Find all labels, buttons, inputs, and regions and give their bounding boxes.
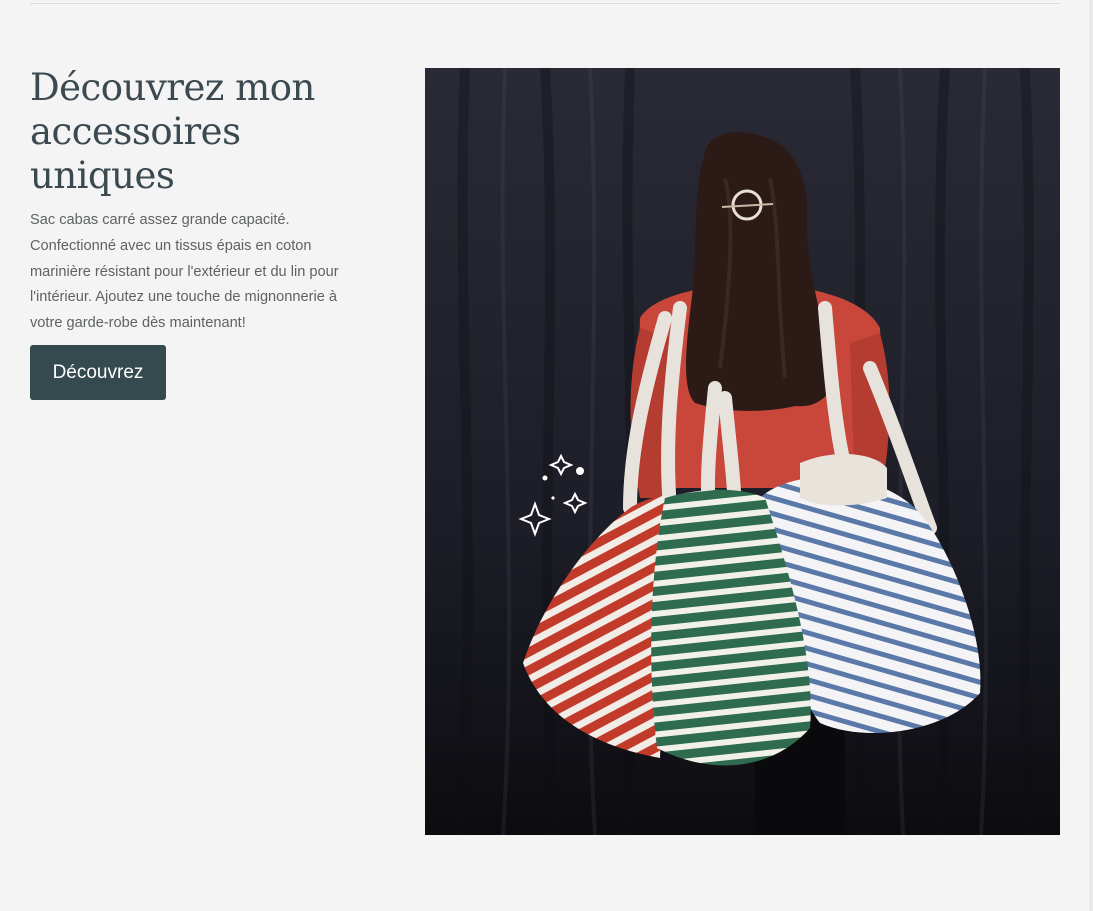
page: Découvrez mon accessoires uniques Sac ca… [0, 0, 1093, 911]
scrollbar-track[interactable] [1089, 0, 1093, 911]
hero-description: Sac cabas carré assez grande capacité. C… [30, 212, 339, 332]
hero-photo [425, 68, 1060, 835]
hero-text-column: Découvrez mon accessoires uniques Sac ca… [30, 66, 360, 400]
hero-title: Découvrez mon accessoires uniques [30, 66, 315, 197]
discover-button[interactable]: Découvrez [30, 344, 166, 400]
top-divider [30, 3, 1060, 4]
